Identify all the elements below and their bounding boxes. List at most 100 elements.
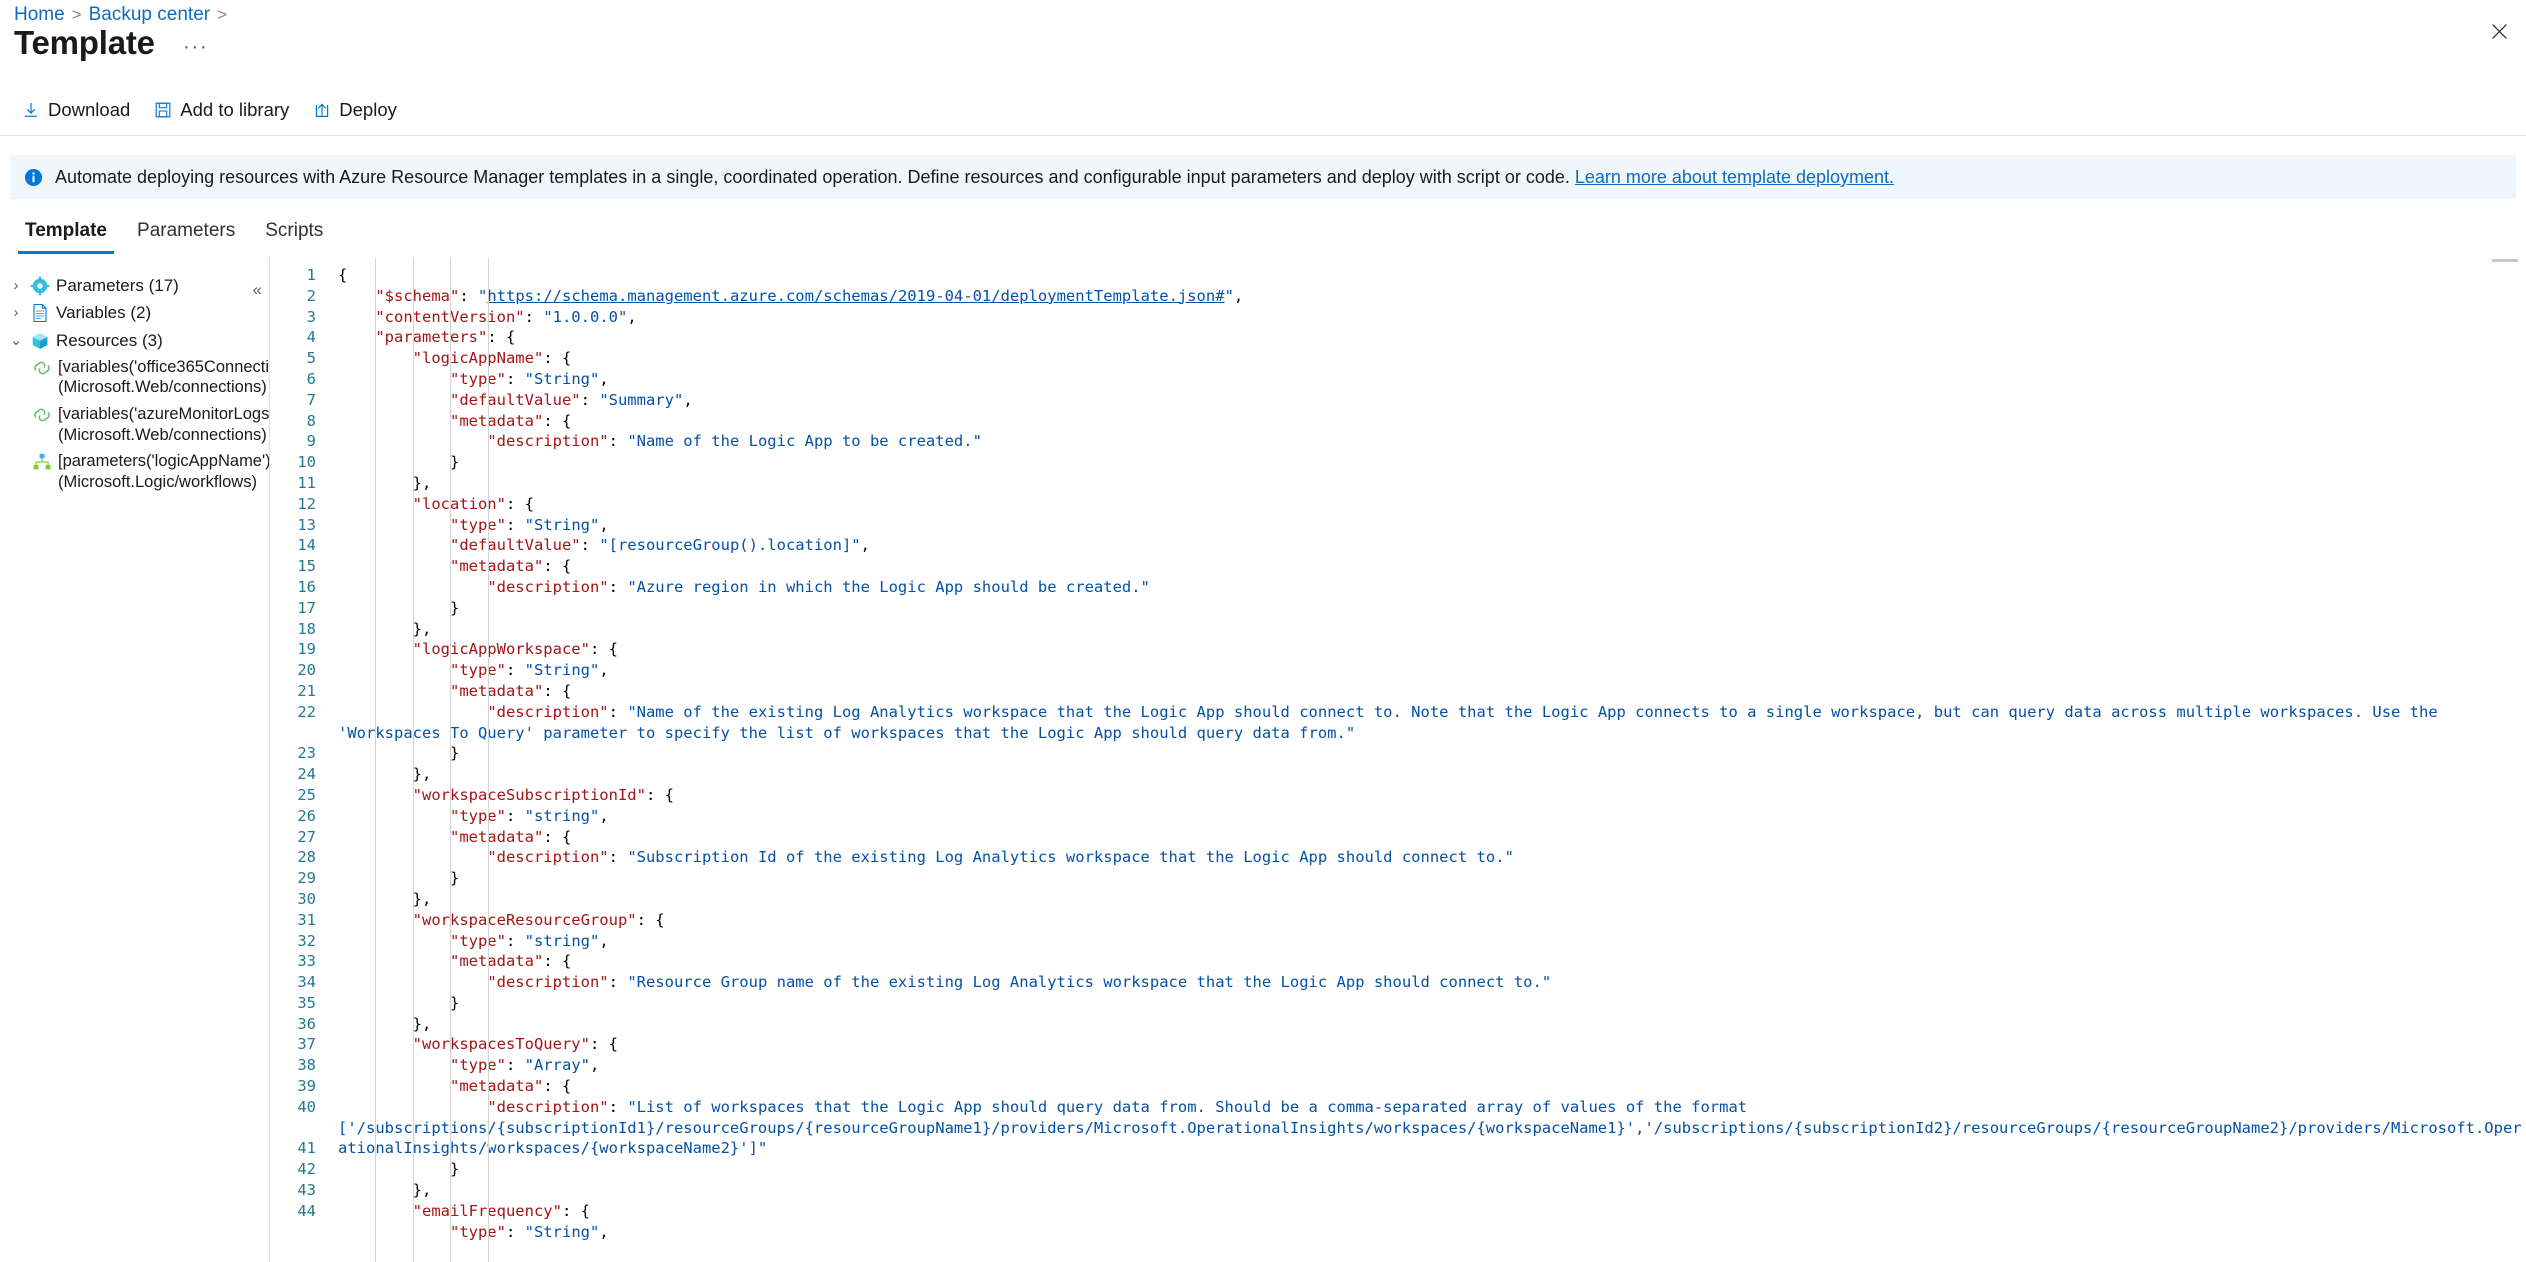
code-token: , xyxy=(589,1056,600,1075)
code-token: } xyxy=(449,869,460,888)
tree-resource-type: (Microsoft.Web/connections) xyxy=(58,425,267,444)
tree-node-variables[interactable]: › Variables (2) xyxy=(6,299,264,326)
code-token: "location" xyxy=(412,494,506,513)
code-line: "type": "string", xyxy=(338,931,2526,952)
code-token: : xyxy=(608,577,628,596)
code-token: "$schema" xyxy=(375,286,460,305)
code-token: "metadata" xyxy=(449,557,544,576)
code-token: : { xyxy=(543,349,572,368)
code-token: : { xyxy=(561,1201,590,1220)
code-token: : { xyxy=(636,910,665,929)
code-token: , xyxy=(599,806,609,825)
info-banner: Automate deploying resources with Azure … xyxy=(10,155,2516,200)
code-token: "Name of the Logic App to be created." xyxy=(627,432,982,451)
code-token: "metadata" xyxy=(449,411,544,430)
add-to-library-button[interactable]: Add to library xyxy=(144,93,299,127)
code-token: "string" xyxy=(524,806,600,825)
editor-code-content[interactable]: { "$schema": "https://schema.management.… xyxy=(326,258,2526,1262)
tree-resource-item[interactable]: [variables('azureMonitorLogsConn (Micros… xyxy=(6,401,270,448)
code-token: : xyxy=(505,661,525,680)
code-token: , xyxy=(599,369,609,388)
tree-node-resources[interactable]: ⌄ Resources (3) xyxy=(6,327,264,354)
breadcrumb-item-backup-center[interactable]: Backup center xyxy=(89,4,210,26)
deploy-button[interactable]: Deploy xyxy=(303,93,407,127)
collapse-tree-button[interactable]: « xyxy=(253,280,262,300)
code-token: : xyxy=(608,702,628,721)
line-number: 32 xyxy=(297,931,316,950)
code-token: }, xyxy=(412,473,432,492)
code-token: , xyxy=(599,931,609,950)
indent-guide xyxy=(450,258,452,1262)
code-line: "type": "String", xyxy=(338,1222,2526,1243)
tree-resource-item[interactable]: [parameters('logicAppName')] (Microsoft.… xyxy=(6,448,270,495)
info-banner-text: Automate deploying resources with Azure … xyxy=(55,165,1894,189)
code-token: } xyxy=(449,598,460,617)
chevron-right-icon[interactable]: › xyxy=(8,302,24,323)
code-token: : xyxy=(505,369,525,388)
line-number: 27 xyxy=(297,827,316,846)
tab-scripts[interactable]: Scripts xyxy=(250,212,338,254)
code-line: } xyxy=(338,993,2526,1014)
code-line: } xyxy=(338,743,2526,764)
line-number: 9 xyxy=(306,432,316,451)
code-token: "Summary" xyxy=(599,390,684,409)
line-number: 18 xyxy=(297,619,316,638)
close-button[interactable] xyxy=(2482,14,2516,48)
code-token: " xyxy=(478,286,488,305)
code-token: : { xyxy=(543,681,572,700)
code-token: "type" xyxy=(449,515,506,534)
code-token: } xyxy=(449,993,460,1012)
code-token: : xyxy=(505,931,525,950)
tree-resource-name: [parameters('logicAppName')] xyxy=(58,452,270,471)
line-number: 19 xyxy=(297,640,316,659)
line-number: 30 xyxy=(297,889,316,908)
more-options-button[interactable]: ··· xyxy=(177,32,214,62)
page-title: Template xyxy=(14,24,155,62)
info-icon xyxy=(24,168,43,186)
chevron-right-icon[interactable]: › xyxy=(8,275,24,296)
code-token: : { xyxy=(543,411,572,430)
code-token: : xyxy=(608,1097,628,1116)
code-token: "defaultValue" xyxy=(449,536,581,555)
code-token: }, xyxy=(412,889,432,908)
line-number: 4 xyxy=(306,328,316,347)
tab-parameters[interactable]: Parameters xyxy=(122,212,250,254)
learn-more-link[interactable]: Learn more about template deployment. xyxy=(1575,167,1894,187)
line-number: 38 xyxy=(297,1056,316,1075)
tab-template[interactable]: Template xyxy=(10,212,122,254)
download-button[interactable]: Download xyxy=(12,93,140,127)
template-code-editor[interactable]: 1 2 3 4 5 6 7 8 9 10 11 12 13 14 15 16 17 18 19 20 21 22 23 24… xyxy=(270,258,2526,1262)
line-number-spacer xyxy=(270,723,316,744)
line-number: 7 xyxy=(306,390,316,409)
document-icon xyxy=(33,304,47,323)
code-token: "Azure region in which the Logic App sho… xyxy=(627,577,1150,596)
code-line: "type": "String", xyxy=(338,660,2526,681)
code-token: , xyxy=(599,1222,609,1241)
chevron-down-icon[interactable]: ⌄ xyxy=(8,330,24,351)
code-token: "description" xyxy=(487,577,609,596)
breadcrumb: Home > Backup center > xyxy=(14,4,227,26)
line-number: 25 xyxy=(297,785,316,804)
save-floppy-icon xyxy=(155,102,171,118)
tree-node-parameters[interactable]: › Parameters (17) xyxy=(6,272,264,299)
breadcrumb-item-home[interactable]: Home xyxy=(14,4,65,26)
line-number: 2 xyxy=(306,286,316,305)
template-split-view: › Parameters (17) › Variables (2) ⌄ Reso… xyxy=(0,258,2526,1262)
code-token: "workspaceSubscriptionId" xyxy=(412,785,646,804)
tree-resource-item[interactable]: [variables('office365ConnectionNa (Micro… xyxy=(6,354,270,401)
code-line: "defaultValue": "Summary", xyxy=(338,390,2526,411)
line-number: 12 xyxy=(297,494,316,513)
line-number: 37 xyxy=(297,1035,316,1054)
code-line: "description": "Name of the Logic App to… xyxy=(338,431,2526,452)
schema-url-link[interactable]: https://schema.management.azure.com/sche… xyxy=(487,287,1224,305)
code-token: "String" xyxy=(524,1222,600,1241)
code-token: }, xyxy=(412,1181,432,1200)
close-icon xyxy=(2491,23,2507,39)
upload-icon xyxy=(316,103,329,117)
code-token: "type" xyxy=(449,661,506,680)
code-token: , xyxy=(683,390,693,409)
code-line: "defaultValue": "[resourceGroup().locati… xyxy=(338,535,2526,556)
info-banner-message: Automate deploying resources with Azure … xyxy=(55,167,1575,187)
code-line: "type": "String", xyxy=(338,369,2526,390)
code-line: }, xyxy=(338,1180,2526,1201)
